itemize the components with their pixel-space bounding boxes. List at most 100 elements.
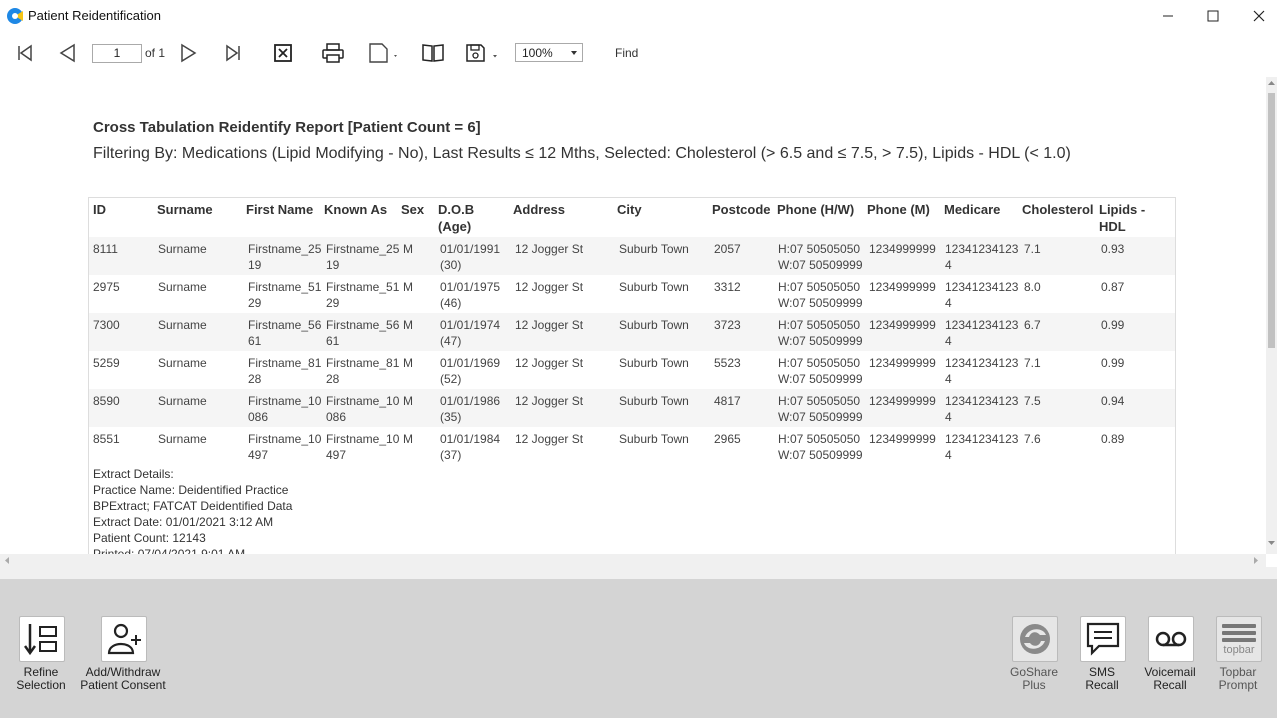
page-number-input[interactable]: 1 bbox=[92, 44, 142, 63]
refine-selection-button[interactable] bbox=[19, 616, 65, 662]
cell-lipids-hdl: 0.99 bbox=[1101, 318, 1125, 332]
minimize-button[interactable] bbox=[1145, 0, 1191, 31]
cell-cholesterol: 6.7 bbox=[1024, 318, 1041, 332]
stop-rendering-button[interactable] bbox=[272, 41, 294, 65]
stop-icon bbox=[274, 44, 292, 62]
col-header-city: City bbox=[617, 202, 642, 217]
chevron-down-icon bbox=[571, 51, 577, 55]
cell-postcode: 3723 bbox=[714, 318, 741, 332]
cell-sex: M bbox=[403, 356, 413, 370]
cell-lipids-hdl: 0.94 bbox=[1101, 394, 1125, 408]
sms-recall-button[interactable] bbox=[1080, 616, 1126, 662]
extract-count: Patient Count: 12143 bbox=[93, 531, 206, 545]
window-title: Patient Reidentification bbox=[28, 8, 161, 23]
cell-postcode: 4817 bbox=[714, 394, 741, 408]
col-header-phone-m: Phone (M) bbox=[867, 202, 930, 217]
cell-dob: 01/01/1974 (47) bbox=[440, 318, 501, 348]
first-page-button[interactable] bbox=[14, 41, 36, 65]
col-header-known-as: Known As bbox=[324, 202, 388, 217]
cell-known-as: Firstname_81 28 bbox=[326, 356, 400, 386]
table-row: 5259 Surname Firstname_81 28 Firstname_81 2… bbox=[89, 351, 1175, 389]
cell-first-name: Firstname_81 28 bbox=[248, 356, 322, 386]
vertical-scrollbar[interactable] bbox=[1266, 77, 1277, 554]
topbar-prompt-button[interactable]: topbar bbox=[1216, 616, 1262, 662]
cell-phone-hw: H:07 50505050 W:07 50509999 bbox=[778, 318, 863, 348]
export-button[interactable] bbox=[464, 41, 500, 65]
extract-details: Extract Details: Practice Name: Deidenti… bbox=[93, 466, 292, 554]
cell-postcode: 2965 bbox=[714, 432, 741, 446]
last-page-button[interactable] bbox=[222, 41, 244, 65]
previous-page-icon bbox=[59, 43, 75, 63]
cell-city: Suburb Town bbox=[619, 356, 689, 370]
col-header-sex: Sex bbox=[401, 202, 425, 217]
goshare-icon bbox=[1020, 624, 1050, 654]
cell-cholesterol: 8.0 bbox=[1024, 280, 1041, 294]
extract-bpextract: BPExtract; FATCAT Deidentified Data bbox=[93, 499, 293, 513]
col-header-medicare: Medicare bbox=[944, 202, 1001, 217]
cell-phone-hw: H:07 50505050 W:07 50509999 bbox=[778, 356, 863, 386]
cell-cholesterol: 7.1 bbox=[1024, 356, 1041, 370]
cell-address: 12 Jogger St bbox=[515, 394, 584, 408]
scroll-down-icon[interactable] bbox=[1268, 540, 1275, 546]
print-icon bbox=[322, 43, 344, 63]
app-logo-icon bbox=[7, 8, 23, 24]
cell-dob: 01/01/1991 (30) bbox=[440, 242, 501, 272]
first-page-icon bbox=[18, 44, 32, 62]
extract-heading: Extract Details: bbox=[93, 467, 174, 481]
vertical-scroll-thumb[interactable] bbox=[1268, 93, 1275, 348]
print-layout-button[interactable] bbox=[421, 41, 445, 65]
col-header-cholesterol: Cholesterol bbox=[1022, 202, 1094, 217]
cell-id: 2975 bbox=[93, 280, 120, 294]
cell-cholesterol: 7.5 bbox=[1024, 394, 1041, 408]
horizontal-scrollbar[interactable] bbox=[0, 554, 1266, 567]
col-header-surname: Surname bbox=[157, 202, 213, 217]
table-row: 8551 Surname Firstname_10 497 Firstname_10 … bbox=[89, 427, 1175, 465]
topbar-prompt-label: Topbar Prompt bbox=[1218, 665, 1258, 692]
cell-surname: Surname bbox=[158, 432, 207, 446]
scroll-left-icon[interactable] bbox=[4, 557, 10, 564]
cell-known-as: Firstname_56 61 bbox=[326, 318, 400, 348]
previous-page-button[interactable] bbox=[56, 41, 78, 65]
page-setup-button[interactable] bbox=[367, 41, 401, 65]
zoom-value: 100% bbox=[522, 46, 553, 60]
cell-phone-m: 1234999999 bbox=[869, 318, 936, 332]
voicemail-recall-button[interactable] bbox=[1148, 616, 1194, 662]
add-withdraw-consent-label: Add/Withdraw Patient Consent bbox=[80, 665, 166, 692]
last-page-icon bbox=[226, 44, 240, 62]
close-button[interactable] bbox=[1236, 0, 1277, 31]
cell-phone-hw: H:07 50505050 W:07 50509999 bbox=[778, 432, 863, 462]
title-bar: Patient Reidentification bbox=[0, 0, 1277, 31]
col-header-phone-hw: Phone (H/W) bbox=[777, 202, 855, 217]
table-row: 8590 Surname Firstname_10 086 Firstname_10 … bbox=[89, 389, 1175, 427]
cell-first-name: Firstname_51 29 bbox=[248, 280, 322, 310]
maximize-button[interactable] bbox=[1190, 0, 1236, 31]
print-button[interactable] bbox=[321, 41, 345, 65]
col-header-postcode: Postcode bbox=[712, 202, 771, 217]
extract-printed: Printed: 07/04/2021 9:01 AM bbox=[93, 547, 246, 554]
cell-id: 7300 bbox=[93, 318, 120, 332]
cell-city: Suburb Town bbox=[619, 432, 689, 446]
scroll-right-icon[interactable] bbox=[1253, 557, 1259, 564]
cell-postcode: 5523 bbox=[714, 356, 741, 370]
cell-sex: M bbox=[403, 394, 413, 408]
cell-medicare: 12341234123 4 bbox=[945, 242, 1019, 272]
cell-phone-hw: H:07 50505050 W:07 50509999 bbox=[778, 280, 863, 310]
add-withdraw-consent-button[interactable] bbox=[101, 616, 147, 662]
cell-known-as: Firstname_25 19 bbox=[326, 242, 400, 272]
page-setup-icon bbox=[369, 43, 397, 63]
table-row: 2975 Surname Firstname_51 29 Firstname_51 2… bbox=[89, 275, 1175, 313]
report-filter: Filtering By: Medications (Lipid Modifyi… bbox=[93, 145, 1071, 162]
cell-dob: 01/01/1986 (35) bbox=[440, 394, 501, 424]
find-link[interactable]: Find bbox=[615, 46, 638, 60]
cell-dob: 01/01/1975 (46) bbox=[440, 280, 501, 310]
zoom-select[interactable]: 100% bbox=[515, 43, 583, 62]
refine-selection-label: Refine Selection bbox=[16, 665, 66, 692]
cell-address: 12 Jogger St bbox=[515, 432, 584, 446]
cell-medicare: 12341234123 4 bbox=[945, 318, 1019, 348]
cell-id: 5259 bbox=[93, 356, 120, 370]
scroll-up-icon[interactable] bbox=[1268, 80, 1275, 86]
goshare-plus-button[interactable] bbox=[1012, 616, 1058, 662]
next-page-button[interactable] bbox=[178, 41, 200, 65]
cell-sex: M bbox=[403, 280, 413, 294]
cell-surname: Surname bbox=[158, 394, 207, 408]
